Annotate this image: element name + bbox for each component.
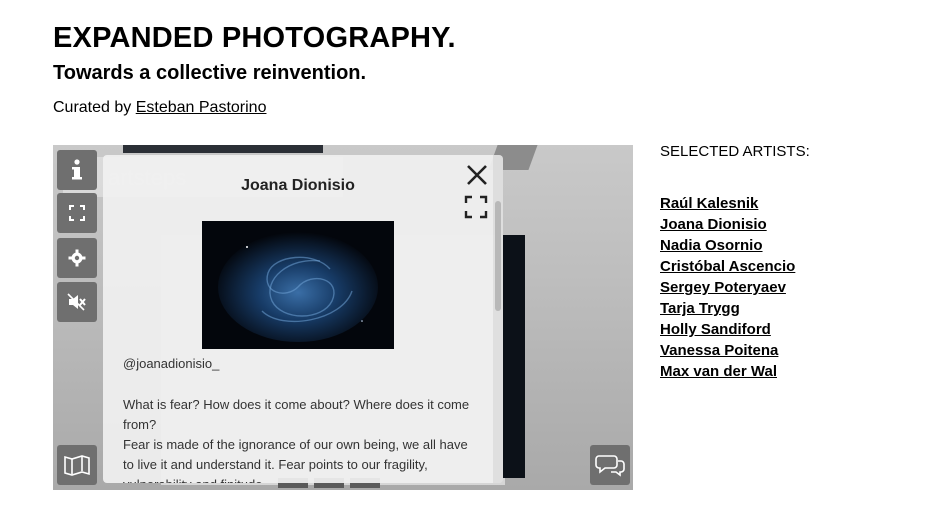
- artist-link[interactable]: Joana Dionisio: [660, 216, 767, 233]
- artwork-description: What is fear? How does it come about? Wh…: [123, 395, 473, 483]
- artist-link[interactable]: Max van der Wal: [660, 363, 777, 380]
- fullscreen-button[interactable]: [57, 193, 97, 233]
- artist-link[interactable]: Tarja Trygg: [660, 300, 740, 317]
- info-icon: [72, 159, 82, 180]
- artist-item: Max van der Wal: [660, 361, 795, 382]
- artist-item: Vanessa Poitena: [660, 340, 795, 361]
- fullscreen-icon[interactable]: [464, 195, 488, 219]
- mute-button[interactable]: [57, 282, 97, 322]
- artist-item: Sergey Poteryaev: [660, 277, 795, 298]
- artist-item: Nadia Osornio: [660, 235, 795, 256]
- close-icon[interactable]: [463, 161, 491, 189]
- info-button[interactable]: [57, 150, 97, 190]
- map-button[interactable]: [57, 445, 97, 485]
- artist-handle: @joanadionisio_: [123, 356, 220, 371]
- page-subtitle: Towards a collective reinvention.: [53, 62, 367, 84]
- chat-button[interactable]: [590, 445, 630, 485]
- ceiling-light: [123, 145, 323, 153]
- artwork-image[interactable]: [202, 221, 394, 349]
- artist-link[interactable]: Holly Sandiford: [660, 321, 771, 338]
- wall-artwork[interactable]: [503, 235, 525, 478]
- modal-title: Joana Dionisio: [241, 177, 355, 194]
- settings-button[interactable]: [57, 238, 97, 278]
- artist-link[interactable]: Vanessa Poitena: [660, 342, 778, 359]
- description-paragraph: What is fear? How does it come about? Wh…: [123, 397, 470, 432]
- artist-link[interactable]: Sergey Poteryaev: [660, 279, 786, 296]
- artist-item: Joana Dionisio: [660, 214, 795, 235]
- modal-scroll-thumb[interactable]: [495, 201, 501, 311]
- artist-item: Cristóbal Ascencio: [660, 256, 795, 277]
- description-paragraph: Fear is made of the ignorance of our own…: [123, 437, 468, 483]
- curated-by: Curated by Esteban Pastorino: [53, 99, 266, 117]
- artists-list: Raúl Kalesnik Joana Dionisio Nadia Osorn…: [660, 193, 795, 382]
- curator-link[interactable]: Esteban Pastorino: [136, 99, 267, 116]
- chat-icon: [595, 455, 625, 477]
- curated-prefix: Curated by: [53, 99, 136, 116]
- selected-artists-heading: SELECTED ARTISTS:: [660, 143, 810, 160]
- artist-item: Tarja Trygg: [660, 298, 795, 319]
- map-icon: [64, 455, 90, 476]
- artist-modal[interactable]: Joana Dionisio @joanadionisio_ What is f…: [103, 155, 503, 483]
- artist-link[interactable]: Cristóbal Ascencio: [660, 258, 795, 275]
- mute-icon: [67, 293, 86, 311]
- gear-icon: [68, 249, 86, 267]
- fullscreen-icon: [69, 205, 85, 221]
- artist-link[interactable]: Nadia Osornio: [660, 237, 763, 254]
- page-title: EXPANDED PHOTOGRAPHY.: [53, 22, 456, 54]
- artist-link[interactable]: Raúl Kalesnik: [660, 195, 758, 212]
- artist-item: Raúl Kalesnik: [660, 193, 795, 214]
- artist-item: Holly Sandiford: [660, 319, 795, 340]
